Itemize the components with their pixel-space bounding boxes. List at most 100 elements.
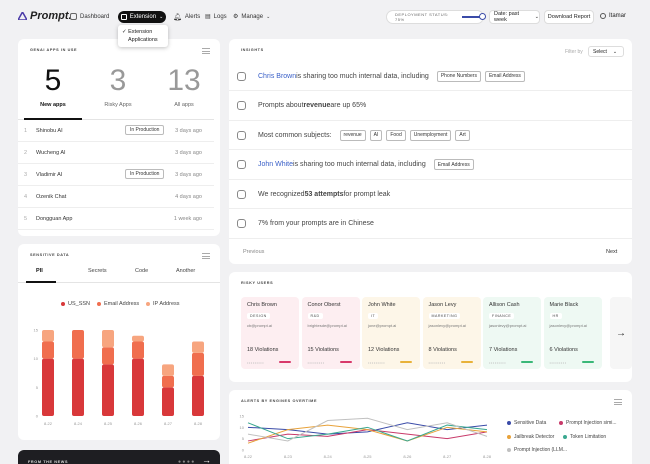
risky-user-card[interactable]: Conor Oberst R&D brightesde@prompt.ai 15…: [302, 297, 360, 369]
arrow-right-icon[interactable]: →: [202, 455, 211, 464]
legend-item[interactable]: Sensitive Data: [507, 420, 546, 426]
y-tick-label: 10: [34, 356, 39, 361]
previous-button[interactable]: Previous: [243, 249, 264, 255]
dots-icon: •••••••••: [550, 360, 567, 365]
insight-highlight: revenue: [304, 102, 331, 109]
nav-alerts[interactable]: 🔔︎Alerts: [173, 13, 200, 21]
status-badge: In Production: [125, 169, 164, 179]
alerts-line-chart: 0510158-228-238-248-258-268-278-28: [232, 410, 492, 464]
nav-manage[interactable]: ⚙Manage⌄: [233, 13, 270, 20]
deployment-slider[interactable]: [462, 16, 483, 18]
insight-row[interactable]: John White is sharing too much internal …: [229, 151, 632, 180]
menu-icon[interactable]: [614, 399, 622, 405]
insight-text: for prompt leak: [343, 191, 390, 198]
legend-item[interactable]: Jailbreak Detector: [507, 434, 554, 440]
violations-count: 15 Violations: [308, 347, 339, 353]
violations-count: 6 Violations: [550, 347, 578, 353]
dots-icon: •••••••••: [368, 360, 385, 365]
app-row[interactable]: 4 Ozenik Chat 4 days ago: [18, 186, 214, 208]
tag-pill[interactable]: Phone Numbers: [437, 71, 481, 82]
user-link[interactable]: Chris Brown: [258, 73, 296, 80]
tag-pill[interactable]: Art: [455, 130, 469, 141]
insight-row[interactable]: Prompts about revenue are up 65%: [229, 92, 632, 121]
nav-label: Dashboard: [80, 14, 109, 20]
tab-another[interactable]: Another: [176, 268, 195, 274]
risky-user-card[interactable]: Allison Cash FINANCE jasonlevy@prompt.ai…: [483, 297, 541, 369]
bar-email-address[interactable]: [192, 353, 204, 376]
bar-ip-address[interactable]: [162, 364, 174, 375]
bar-us-ssn[interactable]: [42, 359, 54, 416]
bar-ip-address[interactable]: [102, 330, 114, 347]
y-tick-label: 5: [242, 436, 245, 441]
tag-pill[interactable]: Food: [386, 130, 405, 141]
nav-extension[interactable]: Extension⌄: [118, 11, 166, 23]
app-date: 3 days ago: [175, 128, 202, 134]
violation-bar: [340, 361, 352, 363]
tag-pill[interactable]: AI: [370, 130, 383, 141]
risky-user-card[interactable]: Jason Levy MARKETING jasonlevy@prompt.ai…: [423, 297, 481, 369]
tag-pill[interactable]: revenue: [340, 130, 366, 141]
insight-row[interactable]: Chris Brown is sharing too much internal…: [229, 62, 632, 91]
risky-user-card[interactable]: John White IT jone@prompt.ai 12 Violatio…: [362, 297, 420, 369]
next-button[interactable]: Next: [606, 249, 617, 255]
bar-ip-address[interactable]: [132, 336, 144, 342]
bar-email-address[interactable]: [72, 330, 84, 359]
menu-item-applications[interactable]: Applications: [122, 36, 164, 44]
carousel-dots[interactable]: ● ● ● ●: [178, 459, 194, 464]
nav-label: Alerts: [185, 14, 200, 20]
legend-swatch: [61, 302, 65, 306]
stat-new-apps[interactable]: 5New apps: [21, 64, 85, 108]
arrow-right-icon[interactable]: →: [616, 328, 626, 339]
bar-us-ssn[interactable]: [102, 364, 114, 416]
insight-row[interactable]: Most common subjects:revenueAIFoodUnempl…: [229, 121, 632, 150]
legend-item[interactable]: Token Limitation: [563, 434, 606, 440]
bar-email-address[interactable]: [102, 347, 114, 364]
risky-user-card[interactable]: Marie Black HR jasonlevy@prompt.ai 6 Vio…: [544, 297, 602, 369]
menu-icon[interactable]: [202, 48, 210, 54]
bar-us-ssn[interactable]: [72, 359, 84, 416]
news-card[interactable]: FROM THE NEWS ● ● ● ● →: [18, 450, 220, 464]
risky-user-card[interactable]: Chris Brown DESIGN cb@prompt.ai 18 Viola…: [241, 297, 299, 369]
nav-dashboard[interactable]: Dashboard: [70, 13, 109, 20]
slider-knob[interactable]: [479, 13, 486, 20]
user-menu[interactable]: Itamar: [600, 13, 626, 19]
bar-email-address[interactable]: [132, 341, 144, 358]
chevron-down-icon: ⌄: [159, 14, 163, 20]
user-name: Conor Oberst: [308, 302, 354, 308]
app-row[interactable]: 2 Wucheng AI 3 days ago: [18, 142, 214, 164]
app-row[interactable]: 5 Dongguan App 1 week ago: [18, 208, 214, 230]
download-report-button[interactable]: Download Report: [544, 10, 594, 24]
bar-us-ssn[interactable]: [162, 387, 174, 416]
tab-secrets[interactable]: Secrets: [88, 268, 107, 274]
legend-us-ssn: US_SSN: [61, 301, 90, 307]
user-link[interactable]: John White: [258, 161, 293, 168]
insight-row[interactable]: 7% from your prompts are in Chinese: [229, 210, 632, 239]
violations-count: 18 Violations: [247, 347, 278, 353]
menu-item-extension[interactable]: ✓ Extension: [122, 28, 164, 36]
filter-select[interactable]: Select⌄: [588, 46, 624, 57]
app-row[interactable]: 1 Shinobu AI In Production 3 days ago: [18, 120, 214, 142]
tab-code[interactable]: Code: [135, 268, 148, 274]
date-select[interactable]: Date: past week⌄: [489, 10, 540, 24]
app-row[interactable]: 3 Vladimir AI In Production 3 days ago: [18, 164, 214, 186]
bar-ip-address[interactable]: [42, 330, 54, 341]
bar-email-address[interactable]: [162, 376, 174, 387]
bar-us-ssn[interactable]: [192, 376, 204, 416]
tag-pill[interactable]: Email Address: [434, 159, 474, 170]
tag-pill[interactable]: Unemployment: [410, 130, 452, 141]
logo[interactable]: Prompt.: [18, 10, 72, 22]
legend-email: Email Address: [97, 301, 139, 307]
bar-us-ssn[interactable]: [132, 359, 144, 416]
bar-ip-address[interactable]: [192, 341, 204, 352]
tab-pii[interactable]: PII: [36, 268, 43, 274]
insight-row[interactable]: We recognized 53 attempts for prompt lea…: [229, 180, 632, 209]
stat-all-apps[interactable]: 13All apps: [152, 64, 216, 108]
menu-icon[interactable]: [202, 253, 210, 259]
legend-item[interactable]: Prompt Injection simi...: [559, 420, 617, 426]
stat-risky-apps[interactable]: 3Risky Apps: [86, 64, 150, 108]
bar-email-address[interactable]: [42, 341, 54, 358]
insight-text: Prompts about: [258, 102, 304, 109]
legend-item[interactable]: Prompt Injection (LLM...: [507, 447, 567, 453]
tag-pill[interactable]: Email Address: [485, 71, 525, 82]
nav-logs[interactable]: ▤Logs: [205, 13, 227, 20]
